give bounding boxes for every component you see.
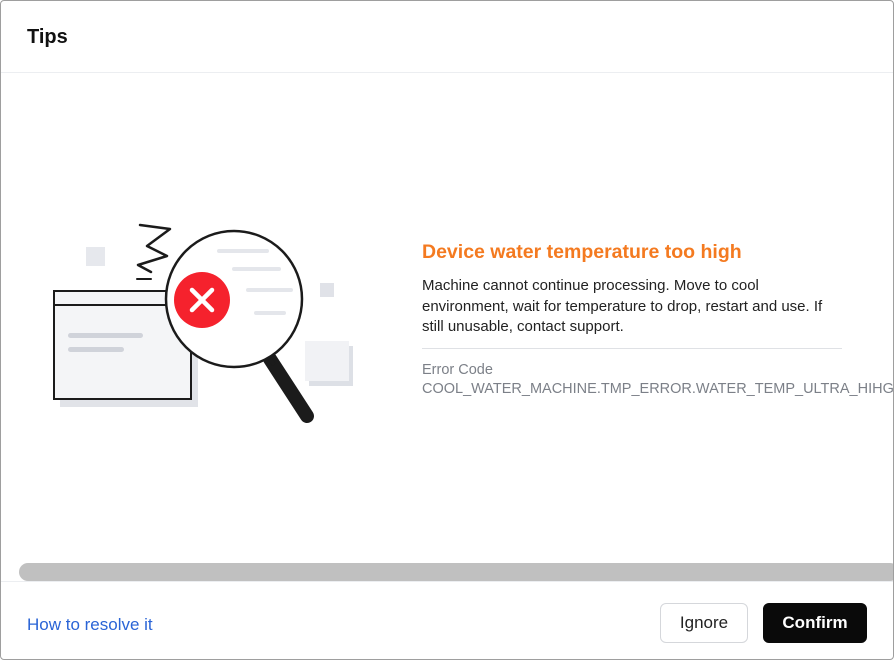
- how-to-resolve-link[interactable]: How to resolve it: [27, 614, 153, 636]
- error-description: Machine cannot continue processing. Move…: [422, 277, 823, 335]
- dialog-content: Device water temperature too high Machin…: [1, 73, 893, 581]
- decor-square: [86, 247, 105, 266]
- error-info: Device water temperature too high Machin…: [422, 239, 893, 399]
- tips-dialog: Tips Device water temperature too high M…: [0, 0, 894, 660]
- decor-square: [320, 283, 334, 297]
- error-code-value: COOL_WATER_MACHINE.TMP_ERROR.WATER_TEMP_…: [422, 380, 893, 397]
- decor-square: [305, 341, 349, 381]
- dialog-header: Tips: [1, 1, 893, 73]
- magnifier-handle: [263, 352, 314, 423]
- ignore-button[interactable]: Ignore: [660, 603, 748, 643]
- divider: [422, 347, 842, 349]
- spark-icon: [136, 223, 172, 274]
- magnifier-error-icon: [53, 223, 353, 423]
- error-title: Device water temperature too high: [422, 241, 742, 263]
- confirm-button[interactable]: Confirm: [763, 603, 867, 643]
- error-code-label: Error Code: [422, 361, 493, 378]
- dialog-title: Tips: [27, 26, 68, 48]
- horizontal-scrollbar[interactable]: [19, 563, 893, 581]
- dialog-footer: How to resolve it Ignore Confirm: [1, 581, 893, 659]
